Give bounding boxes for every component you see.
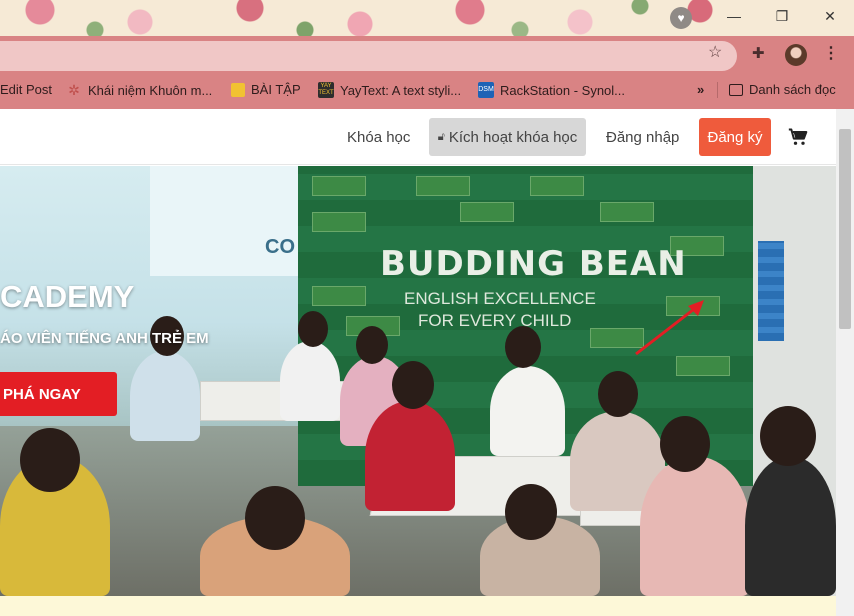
avatar[interactable] <box>785 44 807 66</box>
dsm-icon: DSM <box>478 82 494 98</box>
yaytext-icon: YAY TEXT <box>318 82 334 98</box>
activate-course-label: Kích hoạt khóa học <box>448 128 578 146</box>
nav-login-link[interactable]: Đăng nhập <box>606 129 679 146</box>
bookmarks-overflow-chevron-icon[interactable]: » <box>697 82 704 97</box>
extensions-puzzle-icon[interactable]: ✚ <box>752 44 765 62</box>
bookmark-label: RackStation - Synol... <box>500 82 625 98</box>
bookmark-bai-tap[interactable]: BÀI TẬP <box>231 82 301 97</box>
bookmark-edit-post[interactable]: Edit Post <box>0 82 52 97</box>
bookmark-star-icon[interactable]: ☆ <box>708 42 722 62</box>
hero-photo-wall-text: CO <box>265 236 295 258</box>
nav-courses-link[interactable]: Khóa học <box>347 129 410 146</box>
hero-photo-banner-line2: FOR EVERY CHILD <box>418 311 572 330</box>
bookmark-khai-niem[interactable]: ✲ Khái niệm Khuôn m... <box>66 82 212 98</box>
bookmarks-bar: Edit Post ✲ Khái niệm Khuôn m... BÀI TẬP… <box>0 76 854 104</box>
annotation-arrow-icon <box>635 300 704 356</box>
hero-photo-blue-stack <box>758 241 784 341</box>
bookmark-label: Khái niệm Khuôn m... <box>88 82 213 98</box>
kebab-menu-icon[interactable]: ⋮ <box>823 43 839 63</box>
bookmark-label: BÀI TẬP <box>251 82 301 97</box>
explore-now-label: PHÁ NGAY <box>3 385 81 403</box>
site-header: Khóa học 🔓︎ Kích hoạt khóa học Đăng nhập… <box>0 109 836 165</box>
register-button[interactable]: Đăng ký <box>699 118 771 156</box>
register-label: Đăng ký <box>707 128 763 146</box>
hero-photo-banner-line1: ENGLISH EXCELLENCE <box>404 289 596 308</box>
bookmark-label: Edit Post <box>0 82 53 97</box>
pinwheel-icon: ✲ <box>68 82 80 98</box>
profile-heart-icon[interactable]: ♥ <box>670 7 692 29</box>
window-controls: — ❐ ✕ <box>710 0 854 32</box>
bookmark-yaytext[interactable]: YAY TEXT YayText: A text styli... <box>318 82 461 98</box>
close-icon[interactable]: ✕ <box>806 0 854 32</box>
bookmark-rackstation[interactable]: DSM RackStation - Synol... <box>478 82 625 98</box>
page-scrollbar[interactable] <box>836 109 854 616</box>
explore-now-button[interactable]: PHÁ NGAY <box>0 372 117 416</box>
browser-titlebar: ♥ — ❐ ✕ <box>0 0 854 36</box>
shopping-cart-icon[interactable] <box>788 127 808 147</box>
hero-banner: BUDDING BEAN ENGLISH EXCELLENCE FOR EVER… <box>0 166 836 596</box>
bookmark-label: YayText: A text styli... <box>340 82 462 98</box>
activate-course-button[interactable]: 🔓︎ Kích hoạt khóa học <box>429 118 586 156</box>
reading-list[interactable]: Danh sách đọc <box>729 82 836 97</box>
reading-list-label: Danh sách đọc <box>749 82 836 97</box>
minimize-icon[interactable]: — <box>710 0 758 32</box>
browser-toolbar: ☆ ✚ ⋮ <box>0 36 854 76</box>
hero-photo-window <box>150 166 300 276</box>
reading-list-icon <box>729 83 743 96</box>
next-section-strip <box>0 596 836 616</box>
restore-icon[interactable]: ❐ <box>758 0 806 32</box>
hero-title: CADEMY <box>0 279 135 314</box>
hero-photo-banner-title: BUDDING BEAN <box>380 244 687 284</box>
unlock-icon: 🔓︎ <box>437 130 445 143</box>
folder-icon <box>231 82 245 97</box>
address-bar[interactable] <box>0 41 737 71</box>
scrollbar-thumb[interactable] <box>839 129 851 329</box>
hero-subtitle: ÁO VIÊN TIẾNG ANH TRẺ EM <box>0 330 209 347</box>
